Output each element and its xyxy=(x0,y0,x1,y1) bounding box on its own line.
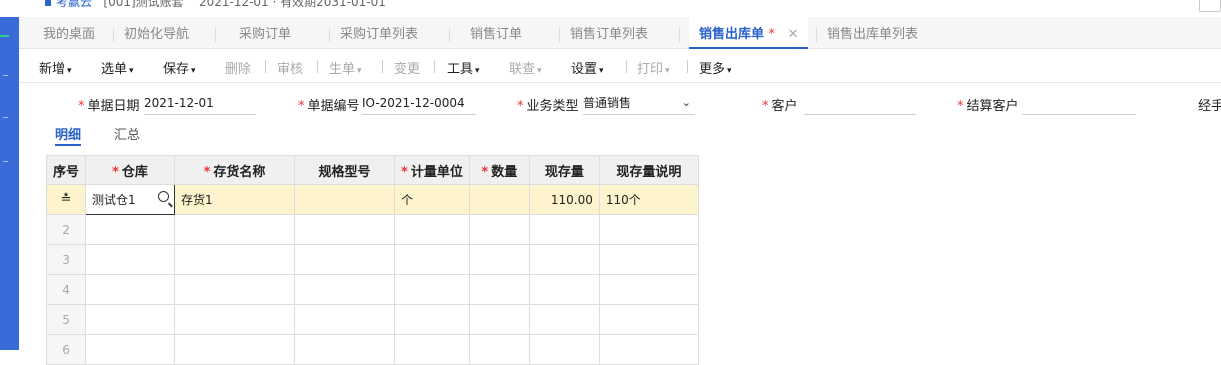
grid-header: 序号 * 仓库 * 存货名称 规格型号 * 计量单位 * 数量 现存量 现存量说明 xyxy=(45,155,699,185)
table-row[interactable]: 3 xyxy=(45,244,699,275)
row-index: 2 xyxy=(45,214,87,245)
chevron-down-icon: ▾ xyxy=(665,66,670,76)
tab-sales-outbound[interactable]: 销售出库单 * ✕ xyxy=(689,17,809,49)
change-button[interactable]: 变更 xyxy=(394,58,420,77)
more-button[interactable]: 更多 ▾ xyxy=(699,58,732,77)
link-query-button[interactable]: 联查 ▾ xyxy=(509,58,542,77)
table-row[interactable]: ≛ 测试仓1 存货1 个 110.00 110个 xyxy=(45,184,699,215)
tab-desktop[interactable]: 我的桌面 xyxy=(43,17,95,48)
app-name: ▪ 考赢云 xyxy=(44,0,92,9)
settle-customer-label: * 结算客户 xyxy=(957,99,1019,114)
settings-button[interactable]: 设置 ▾ xyxy=(571,58,604,77)
tab-purchase-order[interactable]: 采购订单 xyxy=(239,17,291,48)
chevron-down-icon: ▾ xyxy=(357,66,362,76)
unit-cell[interactable]: 个 xyxy=(394,184,470,215)
sidebar-item[interactable] xyxy=(3,161,8,162)
row-index: 4 xyxy=(45,274,87,305)
period-info: 2021-12-01 · 有效期2031-01-01 xyxy=(198,0,386,9)
table-row[interactable]: 4 xyxy=(45,274,699,305)
tools-button[interactable]: 工具 ▾ xyxy=(447,58,480,77)
table-row[interactable]: 5 xyxy=(45,304,699,335)
col-unit: * 计量单位 xyxy=(394,155,470,185)
date-field[interactable]: 2021-12-01 xyxy=(144,94,256,115)
date-label: * 单据日期 xyxy=(78,99,140,114)
tab-sales-outbound-list[interactable]: 销售出库单列表 xyxy=(827,17,918,48)
warehouse-cell-input[interactable]: 测试仓1 xyxy=(85,184,176,215)
chevron-down-icon: ▾ xyxy=(599,66,604,76)
handler-label: 经手 xyxy=(1198,99,1221,114)
chevron-down-icon: ▾ xyxy=(537,66,542,76)
code-label: * 单据编号 xyxy=(298,99,360,114)
chevron-down-icon: ▾ xyxy=(67,66,72,76)
settle-customer-field[interactable] xyxy=(1022,94,1136,115)
biztype-label: * 业务类型 xyxy=(517,99,579,114)
sidebar-item[interactable] xyxy=(3,117,8,118)
select-order-button[interactable]: 选单 ▾ xyxy=(101,58,134,77)
generate-button[interactable]: 生单 ▾ xyxy=(329,58,362,77)
col-spec: 规格型号 xyxy=(294,155,396,185)
print-button[interactable]: 打印 ▾ xyxy=(637,58,670,77)
qty-cell[interactable] xyxy=(468,184,530,215)
left-sidebar[interactable] xyxy=(0,17,19,350)
customer-field[interactable] xyxy=(804,94,916,115)
audit-button[interactable]: 审核 xyxy=(277,58,303,77)
tab-label: 销售出库单 xyxy=(699,27,765,42)
toolbar: 新增 ▾ 选单 ▾ 保存 ▾ 删除 审核 生单 ▾ 变更 工具 ▾ 联查 ▾ 设置 ▾ 打印 ▾… xyxy=(19,49,1221,83)
col-stock: 现存量 xyxy=(528,155,600,185)
sidebar-item[interactable] xyxy=(3,75,8,76)
header-search-box[interactable] xyxy=(1199,0,1221,12)
tab-summary[interactable]: 汇总 xyxy=(114,124,140,143)
col-warehouse: * 仓库 xyxy=(85,155,176,185)
detail-grid: 序号 * 仓库 * 存货名称 规格型号 * 计量单位 * 数量 现存量 现存量说明 ≛ … xyxy=(45,155,699,365)
row-index: 3 xyxy=(45,244,87,275)
col-stock-note: 现存量说明 xyxy=(598,155,699,185)
table-row[interactable]: 2 xyxy=(45,214,699,245)
chevron-down-icon: ⌄ xyxy=(681,96,691,109)
col-qty: * 数量 xyxy=(468,155,530,185)
chevron-down-icon: ▾ xyxy=(191,66,196,76)
stock-note-cell: 110个 xyxy=(598,184,699,215)
chevron-down-icon: ▾ xyxy=(727,66,732,76)
chevron-down-icon: ▾ xyxy=(129,66,134,76)
code-field[interactable]: IO-2021-12-0004 xyxy=(362,94,476,115)
save-button[interactable]: 保存 ▾ xyxy=(163,58,196,77)
tab-purchase-order-list[interactable]: 采购订单列表 xyxy=(340,17,418,48)
tab-sales-order[interactable]: 销售订单 xyxy=(470,17,522,48)
spec-cell[interactable] xyxy=(294,184,396,215)
row-index: 5 xyxy=(45,304,87,335)
row-settings-icon[interactable]: ≛ xyxy=(45,184,87,215)
delete-button[interactable]: 删除 xyxy=(225,58,251,77)
stock-cell: 110.00 xyxy=(528,184,600,215)
col-item-name: * 存货名称 xyxy=(174,155,296,185)
top-header: ▪ 考赢云 [001]测试账套 2021-12-01 · 有效期2031-01-… xyxy=(0,0,1221,18)
close-icon[interactable]: ✕ xyxy=(788,27,799,42)
biztype-select[interactable]: 普通销售 ⌄ xyxy=(583,94,695,115)
col-index: 序号 xyxy=(45,155,87,185)
header-breadcrumb: ▪ 考赢云 [001]测试账套 2021-12-01 · 有效期2031-01-… xyxy=(44,0,386,10)
search-icon[interactable] xyxy=(158,191,170,202)
modified-indicator: * xyxy=(768,27,776,42)
item-cell[interactable]: 存货1 xyxy=(174,184,296,215)
tab-detail[interactable]: 明细 xyxy=(55,124,82,146)
tab-init-guide[interactable]: 初始化导航 xyxy=(124,17,189,48)
page-tabs: 我的桌面 初始化导航 采购订单 采购订单列表 销售订单 销售订单列表 销售出库单… xyxy=(19,17,1221,49)
add-button[interactable]: 新增 ▾ xyxy=(39,58,72,77)
customer-label: * 客户 xyxy=(762,99,798,114)
account-set: [001]测试账套 xyxy=(103,0,184,9)
sidebar-active-indicator xyxy=(0,35,9,37)
tab-sales-order-list[interactable]: 销售订单列表 xyxy=(570,17,648,48)
chevron-down-icon: ▾ xyxy=(475,66,480,76)
